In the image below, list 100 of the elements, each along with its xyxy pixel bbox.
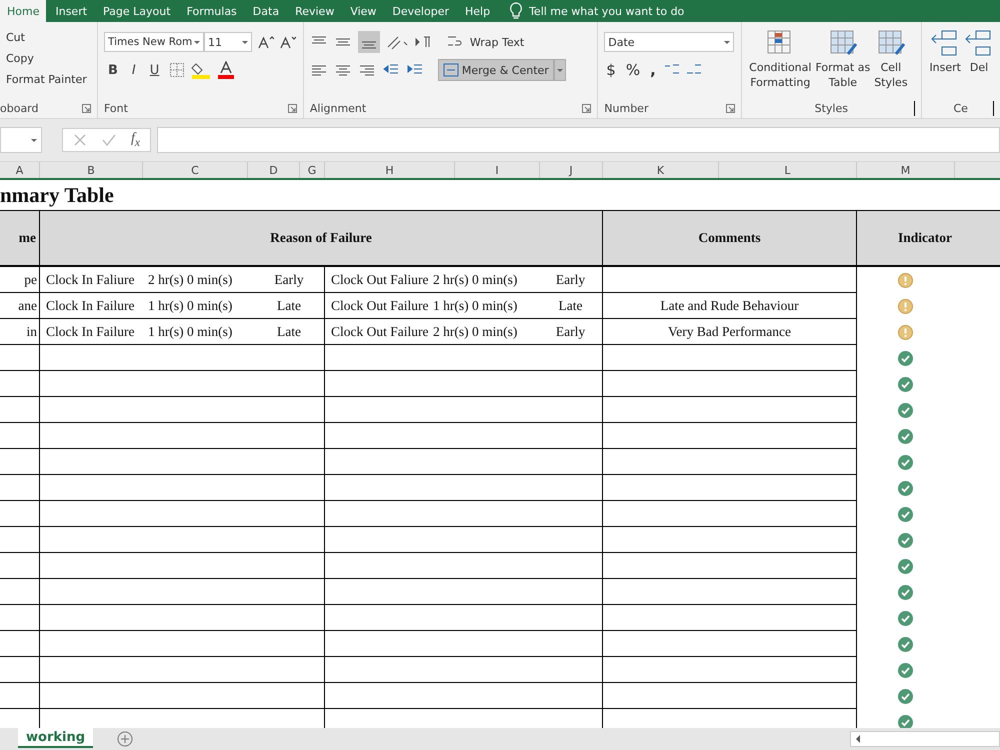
ribbon-tab[interactable]: View bbox=[343, 0, 384, 22]
shrink-font-icon[interactable] bbox=[280, 35, 296, 49]
merge-icon bbox=[442, 63, 459, 77]
cell-text: Early bbox=[554, 324, 586, 340]
italic-button[interactable]: I bbox=[128, 62, 140, 78]
table-header: Reason of Failure bbox=[40, 211, 603, 265]
table-header: Indicator bbox=[897, 229, 953, 247]
formula-input[interactable] bbox=[157, 127, 1000, 153]
cell-text: Late bbox=[276, 298, 302, 314]
ribbon-tab[interactable]: Help bbox=[458, 0, 498, 22]
column-header[interactable]: A bbox=[0, 162, 40, 178]
column-header[interactable]: H bbox=[325, 162, 455, 178]
table-style-icon[interactable] bbox=[876, 28, 906, 58]
table-header: Comments bbox=[603, 211, 857, 265]
column-header[interactable]: C bbox=[143, 162, 248, 178]
cells-button[interactable]: Del bbox=[968, 58, 990, 77]
clipboard-button[interactable]: Format Painter bbox=[0, 70, 91, 89]
underline-button[interactable]: U bbox=[146, 62, 164, 78]
horizontal-scrollbar[interactable] bbox=[850, 731, 1000, 747]
font-family-dropdown[interactable]: Times New Rom bbox=[104, 32, 204, 52]
ribbon-tab[interactable]: Developer bbox=[385, 0, 456, 22]
table-cell: Very Bad Performance bbox=[603, 319, 857, 345]
table-cell bbox=[0, 657, 40, 683]
styles-button[interactable]: Format as Table bbox=[814, 58, 872, 92]
bold-button[interactable]: B bbox=[104, 62, 122, 78]
dialog-launcher-icon[interactable] bbox=[82, 104, 91, 114]
merge-dropdown-button[interactable] bbox=[554, 59, 566, 81]
group-label: Styles bbox=[814, 102, 848, 115]
clipboard-button[interactable]: Copy bbox=[0, 49, 91, 68]
currency-button[interactable]: $ bbox=[604, 61, 618, 79]
merge-center-button[interactable]: Merge & Center bbox=[438, 59, 554, 81]
tell-me-search[interactable]: Tell me what you want to do bbox=[529, 4, 684, 18]
font-size-dropdown[interactable]: 11 bbox=[204, 32, 252, 52]
cells-button[interactable]: Insert bbox=[928, 58, 962, 77]
cell-text: 1 hr(s) 0 min(s) bbox=[433, 298, 518, 314]
scroll-left-icon[interactable] bbox=[854, 734, 862, 744]
column-header[interactable]: G bbox=[300, 162, 325, 178]
comma-button[interactable]: , bbox=[648, 61, 658, 79]
wrap-text-button[interactable]: Wrap Text bbox=[468, 36, 526, 48]
styles-button[interactable]: Conditional Formatting bbox=[748, 58, 812, 92]
sheet-tab[interactable]: working bbox=[18, 728, 94, 748]
cell-text: Early bbox=[273, 272, 305, 288]
percent-button[interactable]: % bbox=[624, 61, 642, 79]
cell-text: 2 hr(s) 0 min(s) bbox=[433, 324, 518, 340]
cell-text: 1 hr(s) 0 min(s) bbox=[148, 324, 234, 340]
table-cell bbox=[0, 371, 40, 397]
table-cell bbox=[0, 527, 40, 553]
clipboard-button[interactable]: Cut bbox=[0, 28, 91, 47]
table-cell bbox=[0, 631, 40, 657]
ribbon-tab[interactable]: Formulas bbox=[180, 0, 244, 22]
ribbon-tab[interactable]: Page Layout bbox=[96, 0, 178, 22]
table-cell bbox=[0, 605, 40, 631]
cell-text: 1 hr(s) 0 min(s) bbox=[148, 298, 234, 314]
font-color-icon[interactable] bbox=[217, 61, 236, 79]
cell-text: Clock Out Faliure bbox=[331, 272, 430, 288]
table-cell bbox=[0, 475, 40, 501]
table-cell: pe bbox=[0, 267, 40, 293]
group-label: Ce bbox=[953, 102, 968, 115]
table-cell bbox=[0, 501, 40, 527]
column-header[interactable]: K bbox=[603, 162, 719, 178]
column-header[interactable]: L bbox=[719, 162, 857, 178]
dialog-launcher-icon[interactable] bbox=[726, 104, 736, 113]
add-sheet-icon[interactable] bbox=[117, 731, 134, 747]
cell-text: Early bbox=[554, 272, 586, 288]
ribbon-tab[interactable]: Insert bbox=[48, 0, 94, 22]
column-header[interactable]: D bbox=[248, 162, 300, 178]
table-cell bbox=[0, 553, 40, 579]
ribbon-tab[interactable]: Data bbox=[246, 0, 286, 22]
column-header[interactable]: I bbox=[455, 162, 540, 178]
lightbulb-icon bbox=[509, 2, 524, 20]
cell-text: Clock In Failure bbox=[46, 298, 136, 314]
insert-function-button[interactable]: f$_{x}$ bbox=[131, 131, 140, 149]
bottom-align-icon[interactable] bbox=[358, 31, 380, 53]
group-label: Font bbox=[104, 102, 128, 115]
sheet-title: nmary Table bbox=[0, 182, 114, 208]
cell-text: 2 hr(s) 0 min(s) bbox=[148, 272, 234, 288]
dialog-launcher-icon[interactable] bbox=[288, 104, 297, 113]
table-cell bbox=[0, 397, 40, 423]
ribbon-tab[interactable]: Home bbox=[0, 0, 46, 22]
group-label: Number bbox=[604, 102, 648, 115]
column-header[interactable]: M bbox=[857, 162, 955, 178]
table-style-icon[interactable] bbox=[828, 28, 858, 58]
number-format-dropdown[interactable]: Date bbox=[604, 32, 734, 52]
cell-text: Clock Out Failure bbox=[331, 298, 430, 314]
borders-icon[interactable] bbox=[169, 62, 186, 78]
grow-font-icon[interactable] bbox=[258, 35, 274, 49]
table-cell bbox=[0, 449, 40, 475]
cell-text: 2 hr(s) 0 min(s) bbox=[433, 272, 518, 288]
cell-text: Clock In Failure bbox=[46, 324, 136, 340]
cell-text: Clock Out Failure bbox=[331, 324, 430, 340]
column-header[interactable]: J bbox=[540, 162, 603, 178]
table-cell bbox=[0, 579, 40, 605]
dialog-launcher-icon[interactable] bbox=[582, 104, 592, 113]
fill-color-icon[interactable] bbox=[191, 61, 212, 79]
styles-button[interactable]: Cell Styles bbox=[873, 58, 909, 92]
ribbon-tab[interactable]: Review bbox=[288, 0, 342, 22]
group-label: oboard bbox=[0, 102, 38, 116]
cell-text: Late bbox=[276, 324, 302, 340]
column-header[interactable]: B bbox=[40, 162, 143, 178]
table-cell: Late and Rude Behaviour bbox=[603, 293, 857, 319]
